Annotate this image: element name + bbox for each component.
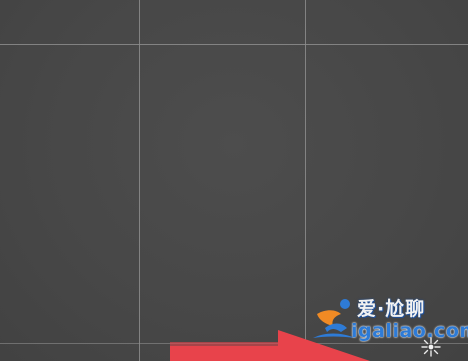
- grid-line-vertical: [139, 0, 140, 361]
- grid-line-vertical: [305, 0, 306, 361]
- grid-line-horizontal: [0, 44, 468, 45]
- watermark: 爱·尬聊 igaliao.com: [307, 292, 468, 361]
- watermark-text-cn: 爱·尬聊: [357, 298, 426, 320]
- watermark-text-en: igaliao.com: [351, 320, 468, 342]
- sparkle-icon: [421, 337, 441, 357]
